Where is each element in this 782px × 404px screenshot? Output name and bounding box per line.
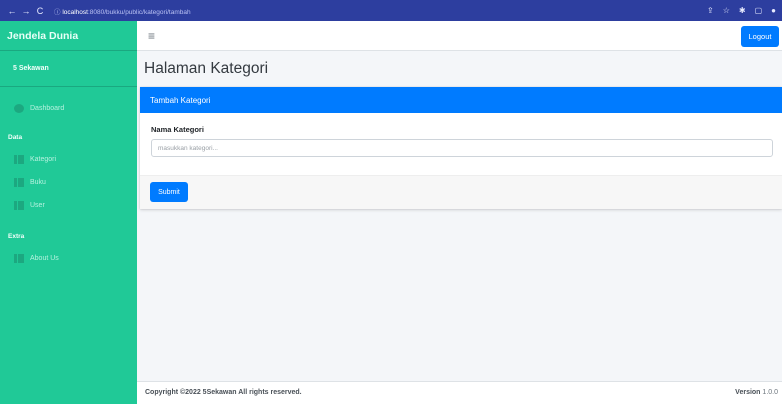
reload-icon[interactable]: C [34, 6, 46, 16]
sidebar-item-label: About Us [30, 255, 59, 262]
sidebar-item-about[interactable]: About Us [0, 247, 137, 270]
share-icon[interactable]: ⇪ [707, 6, 714, 15]
version-value: 1.0.0 [762, 389, 778, 396]
logout-button[interactable]: Logout [741, 26, 779, 47]
page-title: Halaman Kategori [144, 60, 269, 77]
hamburger-icon[interactable]: ≡ [148, 29, 155, 43]
profile-icon[interactable]: ● [771, 6, 776, 15]
user-panel[interactable]: 5 Sekawan [0, 51, 137, 87]
grid-icon [14, 155, 24, 164]
arrow-right-icon[interactable]: → [20, 6, 32, 16]
grid-icon [14, 201, 24, 210]
version-label: Version [735, 389, 761, 396]
page-footer: Copyright ©2022 5Sekawan All rights rese… [137, 381, 782, 404]
sidebar-item-label: User [30, 202, 45, 209]
grid-icon [14, 178, 24, 187]
sidebar-section-data: Data [8, 133, 23, 141]
brand-link[interactable]: Jendela Dunia [0, 21, 137, 51]
address-bar[interactable]: ⓘ localhost:8080/bukku/public/kategori/t… [54, 6, 191, 16]
sidebar-item-label: Dashboard [30, 105, 65, 112]
browser-bar: ← → C ⓘ localhost:8080/bukku/public/kate… [0, 0, 782, 21]
card-footer: Submit [140, 175, 782, 209]
sidebar-item-label: Kategori [30, 156, 57, 163]
sidebar-item-label: Buku [30, 179, 46, 186]
sidebar-item-kategori[interactable]: Kategori [0, 148, 137, 171]
arrow-left-icon[interactable]: ← [6, 6, 18, 16]
grid-icon [14, 254, 24, 263]
sidebar-item-buku[interactable]: Buku [0, 171, 137, 194]
window-icon[interactable]: ▢ [755, 6, 763, 15]
browser-actions: ⇪ ☆ ✱ ▢ ● [707, 0, 776, 21]
dashboard-icon [14, 104, 24, 113]
url-host: localhost [62, 8, 88, 16]
category-form-card: Tambah Kategori Nama Kategori Submit [140, 87, 782, 209]
star-icon[interactable]: ☆ [723, 6, 730, 15]
sidebar: Jendela Dunia 5 Sekawan Dashboard Data K… [0, 21, 137, 404]
url-path: :8080/bukku/public/kategori/tambah [87, 8, 191, 16]
category-name-label: Nama Kategori [151, 125, 204, 134]
sidebar-item-dashboard[interactable]: Dashboard [0, 97, 137, 120]
version-text: Version 1.0.0 [735, 389, 778, 396]
card-header: Tambah Kategori [140, 87, 782, 113]
top-navbar: ≡ Logout [137, 21, 782, 51]
category-name-input[interactable] [151, 139, 773, 157]
extensions-icon[interactable]: ✱ [739, 6, 746, 15]
sidebar-item-user[interactable]: User [0, 194, 137, 217]
copyright-text: Copyright ©2022 5Sekawan All rights rese… [145, 389, 302, 396]
sidebar-section-extra: Extra [8, 232, 25, 240]
submit-button[interactable]: Submit [150, 182, 188, 202]
